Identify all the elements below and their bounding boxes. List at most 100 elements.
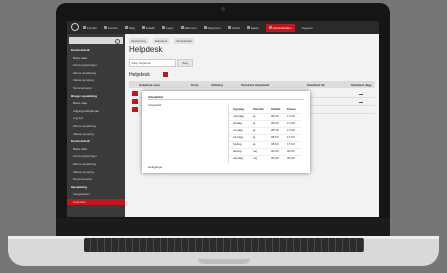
- sidebar-group[interactable]: Konto-indstil: [71, 48, 90, 52]
- sidebar-item[interactable]: Firma oplysninger: [73, 63, 97, 67]
- nav-item-icon: [180, 26, 184, 29]
- grid-cell[interactable]: 08:00: [271, 142, 279, 146]
- sidebar-item[interactable]: Adgangsrettigheder: [73, 109, 99, 113]
- nav-item[interactable]: Økonomi: [180, 26, 197, 30]
- sidebar-group[interactable]: Bruger opsætning: [71, 94, 97, 98]
- add-icon[interactable]: [163, 72, 168, 77]
- table-header-cell: Afdeling: [211, 82, 223, 87]
- nav-item[interactable]: Indkøb: [141, 26, 155, 30]
- nav-item-icon: [227, 26, 231, 29]
- nav-item-icon: [161, 26, 165, 29]
- sidebar-item[interactable]: Valuta og sprog: [73, 78, 94, 82]
- popup-label: Arbejdstid: [148, 103, 162, 107]
- nav-item-icon: [246, 26, 250, 29]
- sidebar-item[interactable]: Moms opsætning: [73, 162, 96, 166]
- grid-cell: mandag: [233, 114, 244, 118]
- nav-item-icon: [83, 26, 86, 29]
- search-icon[interactable]: [115, 39, 120, 44]
- grid-cell[interactable]: 08:00: [271, 114, 279, 118]
- worktime-grid: Ugedag Starttid Sluttid Pause mandag ja 08…: [228, 105, 301, 163]
- grid-cell[interactable]: 17:00: [287, 128, 295, 132]
- breadcrumb-item[interactable]: Opsætning: [129, 38, 148, 44]
- nav-item[interactable]: Kunder: [104, 26, 118, 30]
- grid-header: Sluttid: [271, 107, 281, 111]
- grid-cell[interactable]: 00:00: [287, 156, 295, 160]
- grid-cell: fredag: [233, 142, 242, 146]
- grid-cell[interactable]: 17:00: [287, 135, 295, 139]
- logo-icon: [71, 23, 79, 31]
- grid-cell: torsdag: [233, 135, 244, 139]
- nav-item[interactable]: Salg: [124, 26, 135, 30]
- grid-cell[interactable]: 08:00: [271, 135, 279, 139]
- nav-item-icon: [203, 26, 207, 29]
- sidebar-item[interactable]: Basis data: [73, 147, 87, 151]
- grid-cell[interactable]: ja: [253, 114, 255, 118]
- breadcrumb-item[interactable]: Arbejdstider: [174, 38, 195, 44]
- sidebar-item[interactable]: Log ind: [73, 116, 83, 120]
- sidebar-item[interactable]: Integrationer: [73, 192, 90, 196]
- laptop-chin: [56, 218, 390, 236]
- keyboard: [84, 238, 364, 252]
- sidebar-item[interactable]: Firma oplysninger: [73, 154, 97, 158]
- grid-cell: søndag: [233, 156, 244, 160]
- edit-row-button[interactable]: [132, 91, 138, 96]
- nav-item[interactable]: Hjælp: [246, 26, 259, 30]
- grid-header: Starttid: [253, 107, 264, 111]
- divider: [148, 99, 304, 100]
- grid-cell[interactable]: 17:00: [287, 121, 295, 125]
- sidebar: Konto-indstil Basis data Firma oplysninger…: [67, 34, 125, 217]
- sidebar-group[interactable]: Opsætning: [71, 185, 87, 189]
- grid-cell: tirsdag: [233, 121, 243, 125]
- table-header-cell: Standard arbejdstid: [241, 82, 270, 87]
- edit-row-button[interactable]: [132, 107, 138, 112]
- breadcrumb-item[interactable]: Helpdesk: [152, 38, 170, 44]
- sidebar-item[interactable]: Valuta og sprog: [73, 170, 94, 174]
- breadcrumb: Opsætning Helpdesk Arbejdstider: [129, 38, 199, 44]
- grid-cell[interactable]: nej: [253, 156, 257, 160]
- grid-header: Pause: [287, 107, 296, 111]
- edit-row-button[interactable]: [132, 99, 138, 104]
- grid-cell: lørdag: [233, 149, 242, 153]
- top-nav: Forside Kunder Salg Indkøb Lager Økonomi…: [67, 21, 379, 34]
- grid-cell[interactable]: 00:00: [271, 156, 279, 160]
- nav-item[interactable]: Rapporter: [203, 26, 221, 30]
- grid-cell[interactable]: 00:00: [287, 149, 295, 153]
- grid-cell[interactable]: ja: [253, 121, 255, 125]
- sidebar-group[interactable]: Konto-indstil: [71, 139, 90, 143]
- sidebar-item[interactable]: Helpdesk: [73, 200, 86, 204]
- grid-cell[interactable]: 08:00: [271, 128, 279, 132]
- sidebar-item[interactable]: Basis data: [73, 56, 87, 60]
- sidebar-item[interactable]: Valuta og sprog: [73, 132, 94, 136]
- grid-cell[interactable]: 17:00: [287, 142, 295, 146]
- worktime-popup: Arbejdstid Arbejdstid Ugedag Starttid Sl…: [142, 91, 310, 173]
- sidebar-item[interactable]: Basis data: [73, 101, 87, 105]
- helpdesk-table: Helpdesk navn Kode Afdeling Standard arb…: [129, 81, 375, 88]
- section-title: Helpdesk: [129, 72, 150, 78]
- nav-item[interactable]: Forside: [83, 26, 97, 30]
- search-button[interactable]: Søg: [177, 59, 193, 67]
- nav-item-icon: [104, 26, 108, 29]
- sidebar-item[interactable]: Nummerserier: [73, 177, 92, 181]
- nav-item[interactable]: Indstil: [227, 26, 240, 30]
- table-header-cell: Standard dage: [351, 82, 372, 87]
- nav-item-active[interactable]: Administration: [265, 23, 295, 32]
- nav-item[interactable]: Lager: [161, 26, 174, 30]
- grid-cell[interactable]: 08:00: [271, 121, 279, 125]
- popup-footer-label: Helligdage: [148, 165, 163, 169]
- sidebar-item[interactable]: Nummerserier: [73, 86, 92, 90]
- grid-cell[interactable]: ja: [253, 135, 255, 139]
- page-title: Helpdesk: [129, 45, 163, 54]
- sidebar-item[interactable]: Moms opsætning: [73, 71, 96, 75]
- grid-cell: onsdag: [233, 128, 243, 132]
- table-header-cell: Helpdesk navn: [139, 82, 161, 87]
- grid-cell[interactable]: ja: [253, 128, 255, 132]
- sidebar-item[interactable]: Moms opsætning: [73, 124, 96, 128]
- table-header-cell: Kode: [191, 82, 199, 87]
- helpdesk-filter-select[interactable]: Vælg helpdesk: [129, 59, 176, 67]
- grid-cell[interactable]: 00:00: [271, 149, 279, 153]
- grid-cell[interactable]: ja: [253, 142, 255, 146]
- grid-cell[interactable]: 17:00: [287, 114, 295, 118]
- grid-cell[interactable]: nej: [253, 149, 257, 153]
- nav-items: Forside Kunder Salg Indkøb Lager Økonomi…: [83, 21, 320, 34]
- nav-item[interactable]: Opgaver: [302, 26, 314, 30]
